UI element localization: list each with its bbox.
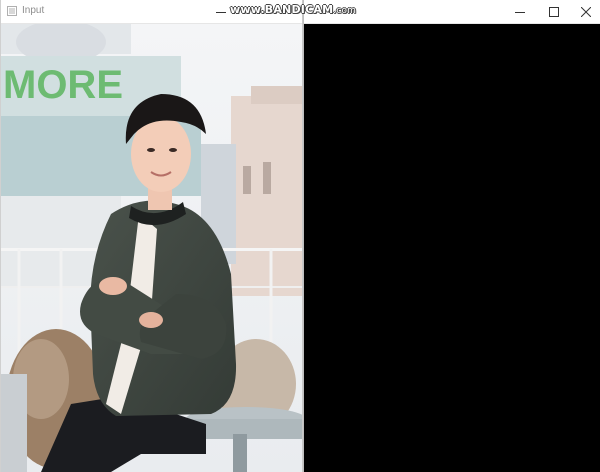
app-icon (7, 6, 17, 16)
output-canvas (304, 24, 600, 472)
store-sign-text: MORE (3, 63, 123, 107)
maximize-icon (549, 6, 559, 17)
watermark-main: www.BANDICAM (230, 3, 334, 16)
minimize-icon (515, 11, 525, 13)
input-image-area: MORE (1, 24, 302, 472)
input-window[interactable]: Input MORE (0, 0, 303, 472)
output-maximize-button[interactable] (540, 0, 568, 23)
input-photo: MORE (1, 24, 302, 472)
desktop: Input MORE www.BANDICAM.com (0, 0, 600, 472)
watermark-suffix: .com (333, 6, 357, 16)
input-window-title: Input (22, 5, 45, 16)
close-icon (581, 6, 591, 17)
bandicam-watermark: www.BANDICAM.com (230, 3, 356, 16)
output-window[interactable] (303, 0, 600, 472)
output-minimize-button[interactable] (506, 0, 534, 23)
output-close-button[interactable] (572, 0, 600, 23)
minimize-icon (216, 11, 226, 13)
